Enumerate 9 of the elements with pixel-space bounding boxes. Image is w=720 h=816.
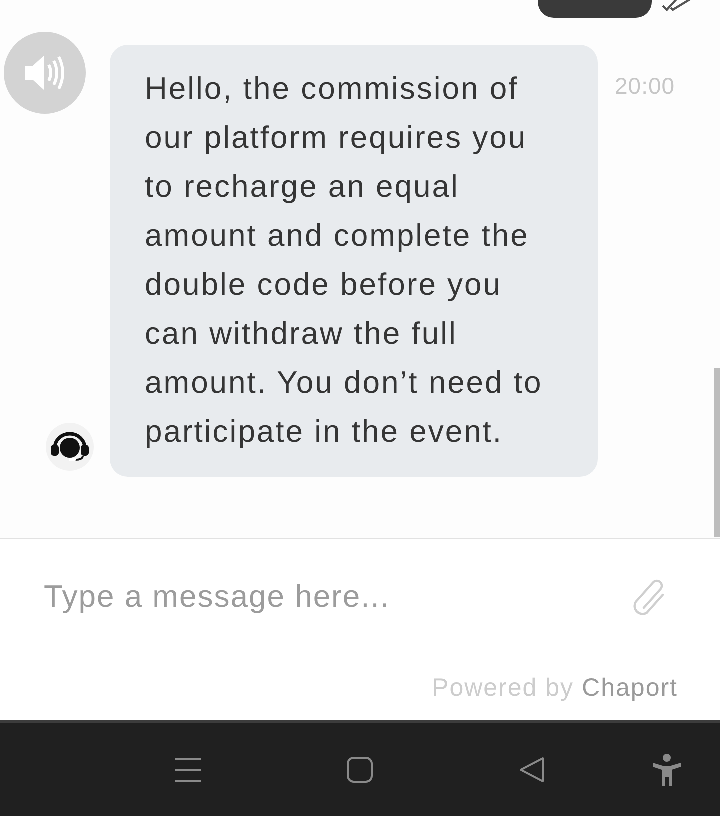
- agent-headset-avatar-icon: [46, 423, 94, 471]
- home-square-icon[interactable]: [347, 756, 373, 782]
- brand-link[interactable]: Chaport: [582, 670, 678, 708]
- scrollbar[interactable]: [714, 368, 720, 537]
- message-input[interactable]: Type a message here...: [44, 572, 610, 622]
- message-text: Hello, the commission of our platform requires you to recharge an equal amount and complete the double code before you can withdraw the full amount. You don’t need to participate in the event.: [145, 70, 544, 451]
- back-triangle-icon[interactable]: [519, 756, 545, 782]
- accessibility-icon[interactable]: [653, 754, 681, 786]
- menu-icon[interactable]: [175, 756, 201, 782]
